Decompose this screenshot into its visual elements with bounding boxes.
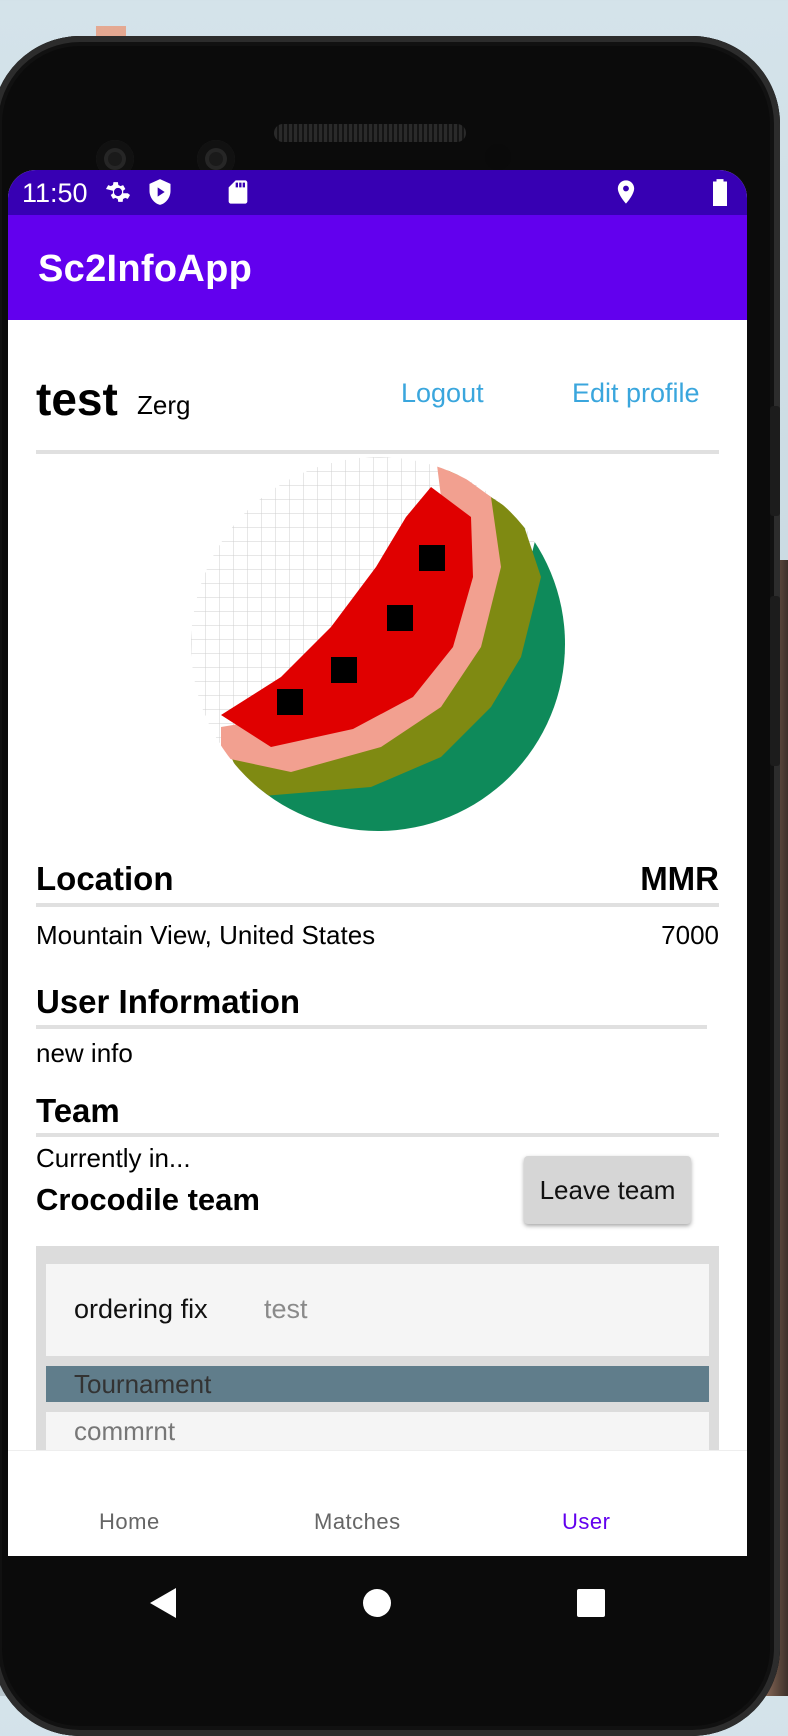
nav-matches[interactable]: Matches [314, 1509, 401, 1535]
team-divider [36, 1133, 719, 1137]
user-info-value: new info [36, 1038, 133, 1068]
header-divider [36, 450, 719, 454]
team-header: Team [36, 1092, 120, 1129]
location-header: Location [36, 860, 174, 897]
watermelon-avatar-image [191, 457, 565, 831]
race-label: Zerg [137, 390, 191, 420]
nav-user[interactable]: User [562, 1509, 610, 1535]
edit-profile-button[interactable]: Edit profile [572, 378, 700, 409]
comment-text: commrnt [74, 1416, 176, 1446]
match-card[interactable]: ordering fix test [46, 1264, 709, 1356]
status-time: 11:50 [22, 178, 88, 208]
app-bar: Sc2InfoApp [8, 215, 747, 320]
back-icon[interactable] [148, 1588, 180, 1618]
match-subtitle: test [264, 1294, 308, 1324]
app-screen: 11:50 Sc2InfoApp test Zerg Logout Edit p… [8, 170, 747, 1556]
currently-in-label: Currently in... [36, 1143, 191, 1173]
battery-icon [713, 179, 727, 206]
tournament-bar: Tournament [46, 1366, 709, 1402]
home-icon[interactable] [362, 1588, 392, 1618]
settings-icon [105, 182, 131, 202]
team-name: Crocodile team [36, 1182, 260, 1217]
user-info-header: User Information [36, 983, 301, 1020]
proximity-sensor [485, 144, 511, 170]
location-value: Mountain View, United States [36, 920, 376, 950]
bottom-navigation: Home Matches User [8, 1450, 747, 1556]
mmr-header: MMR [640, 860, 719, 897]
earpiece-speaker [274, 124, 466, 142]
location-divider [36, 903, 719, 907]
volume-button [770, 596, 780, 766]
nav-home[interactable]: Home [99, 1509, 160, 1535]
power-button [770, 406, 780, 516]
match-title: ordering fix [74, 1294, 208, 1324]
logout-button[interactable]: Logout [401, 378, 484, 409]
recents-icon[interactable] [576, 1588, 606, 1618]
user-info-divider [36, 1025, 707, 1029]
status-bar: 11:50 [8, 170, 747, 215]
shield-play-icon [149, 179, 171, 205]
team-matches-panel: ordering fix test Tournament commrnt [36, 1246, 719, 1466]
avatar [191, 457, 565, 831]
sd-card-icon [228, 180, 248, 204]
leave-team-button[interactable]: Leave team [524, 1156, 691, 1224]
system-navigation-bar [8, 1556, 747, 1646]
location-icon [617, 180, 635, 204]
mmr-value: 7000 [661, 920, 719, 950]
tournament-label: Tournament [74, 1369, 212, 1399]
username: test [36, 373, 118, 425]
app-title: Sc2InfoApp [38, 248, 253, 290]
